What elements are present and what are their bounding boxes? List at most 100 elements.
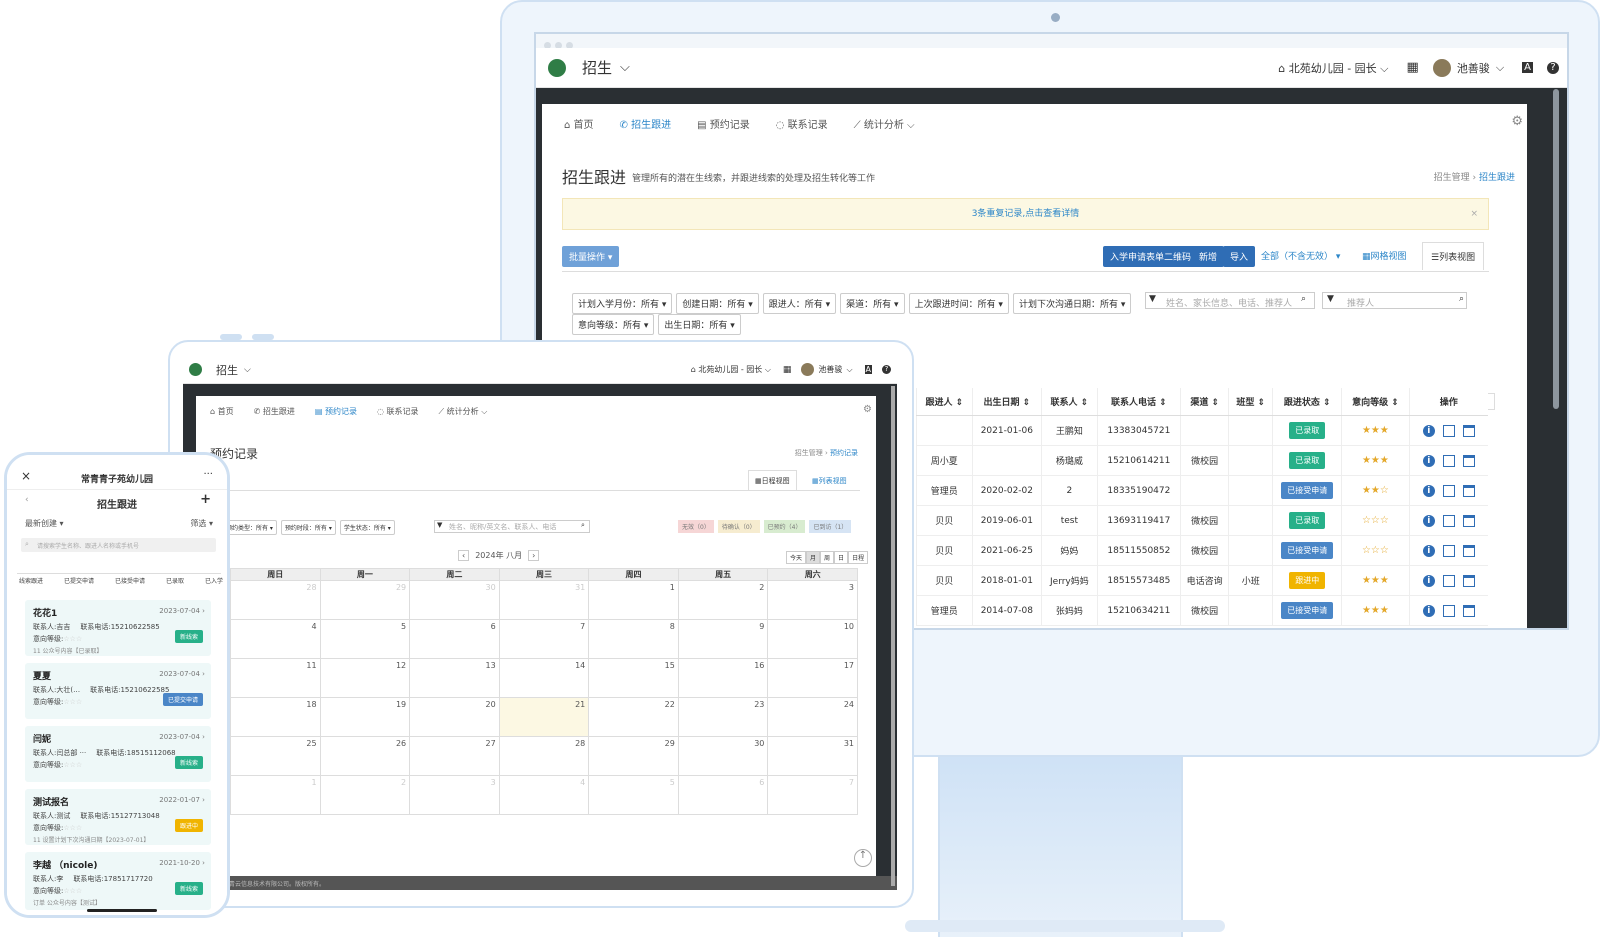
- user-name[interactable]: 池善骏: [1457, 60, 1490, 76]
- import-button[interactable]: 导入: [1223, 246, 1256, 267]
- calendar-day[interactable]: 22: [588, 697, 679, 737]
- avatar[interactable]: [1432, 58, 1451, 77]
- school-switcher[interactable]: ⌂ 北苑幼儿园 - 园长 ⌵: [1278, 60, 1388, 76]
- chevron-down-icon[interactable]: ⌵: [244, 365, 251, 375]
- lead-card[interactable]: 李越 （nicole) 2021-10-20 › 联系人:李 联系电话:1785171…: [25, 852, 211, 910]
- column-header[interactable]: 出生日期 ⇕: [971, 388, 1042, 416]
- calendar-day[interactable]: 16: [677, 658, 769, 698]
- app-title[interactable]: 招生: [582, 57, 612, 78]
- status-step[interactable]: 已录取: [166, 576, 184, 585]
- table-row[interactable]: 管理员 2014-07-08 张妈妈 15210634211 微校园 已接受申请 ★★★ i: [916, 595, 1488, 626]
- status-step[interactable]: 已接受申请: [115, 576, 145, 585]
- calendar-day[interactable]: 3: [767, 580, 858, 620]
- grid-view-button[interactable]: ▦网格视图: [1362, 249, 1407, 262]
- calendar-day[interactable]: 28: [230, 580, 321, 620]
- calendar-day[interactable]: 13: [409, 658, 500, 698]
- back-to-top-button[interactable]: ↑: [854, 849, 872, 867]
- column-header[interactable]: 意向等级 ⇕: [1341, 388, 1410, 416]
- calendar-day[interactable]: 9: [677, 619, 769, 659]
- status-step[interactable]: 线索跟进: [19, 576, 43, 585]
- calendar-icon[interactable]: [1462, 544, 1475, 557]
- scope-dropdown[interactable]: 全部（不含无效） ▾: [1261, 249, 1340, 262]
- calendar-day[interactable]: 3: [409, 775, 500, 815]
- calendar-day[interactable]: 28: [498, 736, 590, 776]
- status-legend-item[interactable]: 待确认（0）: [717, 520, 760, 533]
- next-month-button[interactable]: ›: [528, 550, 540, 561]
- calendar-day[interactable]: 11: [230, 658, 321, 698]
- tab-followup[interactable]: ✆ 招生跟进: [254, 406, 295, 417]
- tab-home[interactable]: ⌂ 首页: [210, 406, 234, 417]
- calendar-day[interactable]: 20: [409, 697, 500, 737]
- calendar-day[interactable]: 29: [319, 580, 411, 620]
- more-icon[interactable]: ···: [203, 469, 213, 480]
- info-icon[interactable]: i: [1422, 484, 1435, 497]
- table-row[interactable]: 周小夏 杨璐威 15210614211 微校园 已录取 ★★★ i: [916, 445, 1488, 476]
- calendar-icon[interactable]: [1462, 514, 1475, 527]
- breadcrumb-parent[interactable]: 招生管理: [795, 449, 823, 457]
- calendar-day[interactable]: 23: [677, 697, 769, 737]
- calendar-day[interactable]: 18: [230, 697, 321, 737]
- info-icon[interactable]: i: [1422, 514, 1435, 527]
- filter-dropdown[interactable]: 计划下次沟通日期：所有 ▾: [1012, 293, 1132, 314]
- calendar-day[interactable]: 10: [767, 619, 858, 659]
- breadcrumb-parent[interactable]: 招生管理: [1434, 173, 1470, 183]
- info-icon[interactable]: i: [1422, 574, 1435, 587]
- search-icon[interactable]: ⌕: [1459, 294, 1464, 304]
- calendar-day[interactable]: 19: [319, 697, 411, 737]
- calendar-icon[interactable]: [1462, 454, 1475, 467]
- lead-card[interactable]: 测试报名 2022-01-07 › 联系人:测试 联系电话:15127713048 意向…: [25, 789, 211, 845]
- status-step[interactable]: 已入学: [205, 576, 223, 585]
- help-icon[interactable]: ?: [1547, 61, 1559, 74]
- mail-icon[interactable]: [1442, 454, 1455, 467]
- calendar-day[interactable]: 8: [588, 619, 679, 659]
- column-header[interactable]: 操作: [1408, 388, 1488, 416]
- add-button[interactable]: 新增: [1192, 246, 1225, 267]
- tab-followup[interactable]: ✆ 招生跟进: [620, 116, 672, 131]
- user-menu-chevron-icon[interactable]: ⌵: [1496, 61, 1504, 75]
- close-icon[interactable]: ×: [1470, 199, 1478, 229]
- calendar-day[interactable]: 30: [677, 736, 769, 776]
- mail-icon[interactable]: [1442, 544, 1455, 557]
- calendar-icon[interactable]: [1462, 574, 1475, 587]
- lead-card[interactable]: 闫妮 2023-07-04 › 联系人:闫总部 ··· 联系电话:1851511206…: [25, 726, 211, 782]
- calendar-day[interactable]: 14: [498, 658, 590, 698]
- calendar-day[interactable]: 27: [409, 736, 500, 776]
- calendar-view-option[interactable]: 今天: [786, 551, 807, 564]
- tab-appointments[interactable]: ▤ 预约记录: [315, 406, 357, 417]
- column-header[interactable]: 联系人电话 ⇕: [1096, 388, 1181, 416]
- calendar-day[interactable]: 1: [230, 775, 321, 815]
- tab-stats[interactable]: ⟋ 统计分析 ⌵: [854, 116, 915, 131]
- calendar-day[interactable]: 5: [319, 619, 411, 659]
- filter-dropdown[interactable]: 跟进人：所有 ▾: [762, 293, 837, 314]
- filter-dropdown[interactable]: 出生日期：所有 ▾: [658, 314, 741, 335]
- sort-dropdown[interactable]: 最新创建 ▾: [25, 518, 64, 529]
- filter-dropdown[interactable]: 筛选 ▾: [190, 518, 213, 529]
- calendar-day[interactable]: 31: [767, 736, 858, 776]
- calendar-day[interactable]: 17: [767, 658, 858, 698]
- gear-icon[interactable]: ⚙: [863, 404, 872, 415]
- user-name[interactable]: 池善骏: [818, 364, 842, 375]
- filter-dropdown[interactable]: 创建日期：所有 ▾: [676, 293, 759, 314]
- scrollbar[interactable]: [1553, 89, 1559, 409]
- table-row[interactable]: 管理员 2020-02-02 2 18335190472 已接受申请 ★★☆ i: [916, 475, 1488, 506]
- prev-month-button[interactable]: ‹: [458, 550, 470, 561]
- calendar-day[interactable]: 12: [319, 658, 411, 698]
- column-header[interactable]: 跟进人 ⇕: [916, 388, 973, 416]
- filter-dropdown[interactable]: 计划入学月份：所有 ▾: [572, 293, 673, 314]
- calendar-day[interactable]: 30: [409, 580, 500, 620]
- calendar-icon[interactable]: [1462, 424, 1475, 437]
- font-size-icon[interactable]: A: [1522, 62, 1533, 73]
- calendar-day[interactable]: 15: [588, 658, 679, 698]
- mail-icon[interactable]: [1442, 514, 1455, 527]
- status-legend-item[interactable]: 无效（0）: [678, 520, 714, 533]
- calendar-day[interactable]: 2: [677, 580, 769, 620]
- column-header[interactable]: 联系人 ⇕: [1041, 388, 1098, 416]
- calendar-day[interactable]: 6: [409, 619, 500, 659]
- mail-icon[interactable]: [1442, 484, 1455, 497]
- table-row[interactable]: 贝贝 2019-06-01 test 13693119417 微校园 已录取 ☆☆☆ i: [916, 505, 1488, 536]
- calendar-day[interactable]: 26: [319, 736, 411, 776]
- tab-appointments[interactable]: ▤ 预约记录: [697, 116, 750, 131]
- info-icon[interactable]: i: [1422, 604, 1435, 617]
- lead-card[interactable]: 夏夏 2023-07-04 › 联系人:大壮(… 联系电话:15210622585 意向…: [25, 663, 211, 719]
- app-title[interactable]: 招生: [216, 362, 238, 378]
